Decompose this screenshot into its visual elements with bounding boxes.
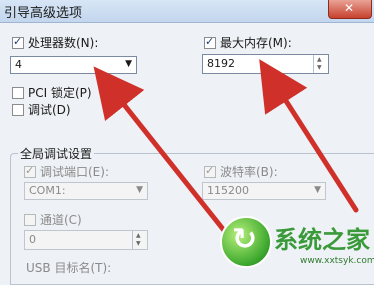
- arrow-to-max-memory: [259, 59, 359, 213]
- watermark-text: 系统之家: [274, 225, 370, 254]
- watermark-url: www.xxtsyk.com: [300, 256, 374, 266]
- watermark: ↻ 系统之家 www.xxtsyk.com: [214, 212, 374, 272]
- watermark-logo-icon: ↻: [220, 216, 272, 268]
